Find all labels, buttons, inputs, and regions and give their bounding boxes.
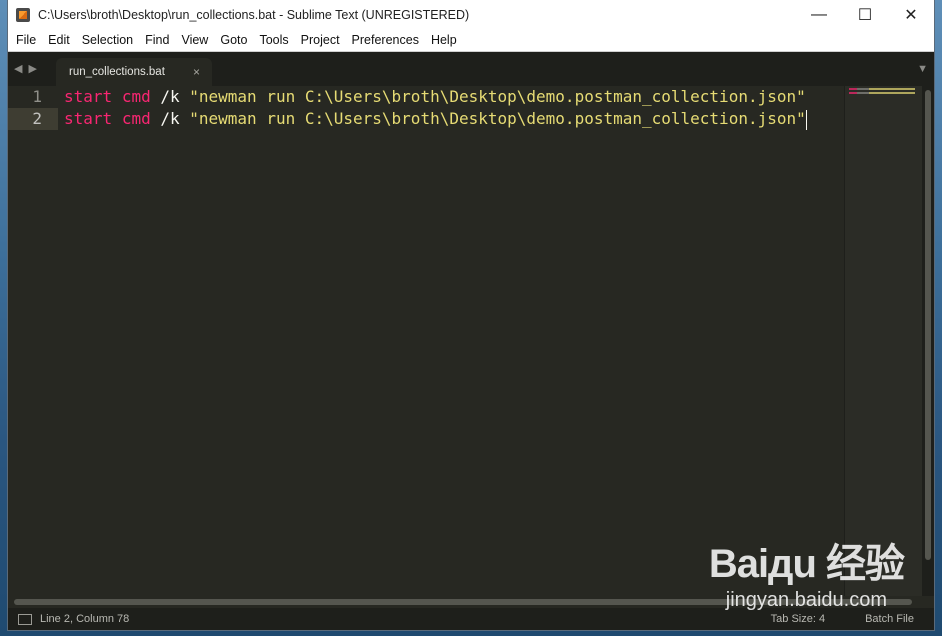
window-title: C:\Users\broth\Desktop\run_collections.b… (38, 8, 470, 22)
watermark-logo: Baiдu 经验 (708, 542, 905, 586)
tab-navigation: ◀ ▶ (14, 62, 37, 75)
menu-help[interactable]: Help (425, 30, 463, 51)
keyword-start: start (64, 109, 113, 128)
vertical-scroll-thumb[interactable] (925, 90, 931, 560)
tab-label: run_collections.bat (69, 66, 165, 78)
menu-bar: File Edit Selection Find View Goto Tools… (8, 30, 934, 51)
minimap-line (849, 88, 915, 90)
vertical-scrollbar[interactable] (922, 86, 934, 596)
tab-close-icon[interactable]: × (193, 65, 200, 79)
panel-toggle-icon[interactable] (18, 613, 32, 625)
baidu-watermark: Baiдu 经验 jingyan.baidu.com (708, 531, 905, 612)
menu-selection[interactable]: Selection (76, 30, 139, 51)
close-button[interactable]: ✕ (888, 0, 934, 30)
menu-find[interactable]: Find (139, 30, 175, 51)
tab-back-arrow-icon[interactable]: ◀ (14, 62, 22, 75)
minimap[interactable] (844, 86, 923, 596)
menu-project[interactable]: Project (295, 30, 346, 51)
line-number-active: 2 (8, 108, 58, 130)
tab-run-collections[interactable]: run_collections.bat × (56, 58, 212, 86)
menu-goto[interactable]: Goto (214, 30, 253, 51)
code-text[interactable]: start cmd /k "newman run C:\Users\broth\… (58, 86, 844, 130)
keyword-cmd: cmd (121, 109, 151, 128)
line-number-gutter: 1 2 (8, 86, 58, 130)
watermark-site: jingyan.baidu.com (725, 589, 888, 611)
line-number: 1 (32, 87, 42, 106)
menu-preferences[interactable]: Preferences (346, 30, 425, 51)
cursor-position: Line 2, Column 78 (40, 613, 130, 625)
menu-file[interactable]: File (10, 30, 42, 51)
string-literal: "newman run C:\Users\broth\Desktop\demo.… (189, 109, 806, 128)
keyword-cmd: cmd (121, 87, 151, 106)
sublime-window: C:\Users\broth\Desktop\run_collections.b… (8, 0, 934, 630)
code-line[interactable]: start cmd /k "newman run C:\Users\broth\… (58, 86, 844, 108)
maximize-button[interactable]: ☐ (842, 0, 888, 30)
tab-forward-arrow-icon[interactable]: ▶ (28, 62, 36, 75)
keyword-start: start (64, 87, 113, 106)
sublime-app-icon (16, 8, 30, 22)
string-literal: "newman run C:\Users\broth\Desktop\demo.… (189, 87, 806, 106)
minimize-button[interactable]: — (796, 0, 842, 30)
menu-edit[interactable]: Edit (42, 30, 76, 51)
menu-view[interactable]: View (175, 30, 214, 51)
text-cursor (805, 109, 807, 130)
flag-text: /k (150, 109, 190, 128)
tab-bar: ◀ ▶ run_collections.bat × ▼ (8, 51, 934, 86)
title-bar: C:\Users\broth\Desktop\run_collections.b… (8, 0, 934, 30)
minimap-line (849, 92, 915, 94)
menu-tools[interactable]: Tools (253, 30, 294, 51)
code-line-active[interactable]: start cmd /k "newman run C:\Users\broth\… (58, 108, 844, 130)
editor-area[interactable]: 1 2 start cmd /k "newman run C:\Users\br… (8, 86, 923, 596)
window-controls: — ☐ ✕ (796, 0, 934, 30)
tab-dropdown-icon[interactable]: ▼ (917, 63, 928, 75)
flag-text: /k (150, 87, 190, 106)
